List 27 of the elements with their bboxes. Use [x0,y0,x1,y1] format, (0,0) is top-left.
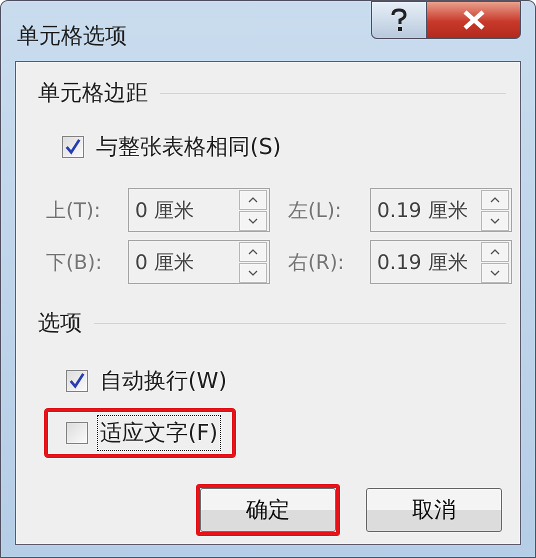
dialog-button[interactable]: 取消 [366,488,502,532]
chevron-down-icon [248,270,258,276]
close-button[interactable] [427,1,521,39]
field-label: 右(R): [288,248,346,276]
chevron-down-icon [490,270,500,276]
chevron-up-icon [490,196,500,202]
checkbox-label: 适应文字(F) [100,418,218,448]
close-icon [460,10,486,30]
checkbox[interactable] [62,136,84,158]
help-icon [389,8,409,32]
chevron-down-icon [248,218,258,224]
field-label: 上(T): [46,196,102,224]
field-label: 下(B): [46,248,104,276]
chevron-up-icon [248,196,258,202]
checkbox-label: 自动换行(W) [100,368,227,396]
checkbox[interactable] [66,422,88,444]
section-heading: 选项 [38,310,82,338]
checkbox[interactable] [66,370,88,392]
section-heading: 单元格边距 [38,80,148,108]
checkbox-label: 与整张表格相同(S) [96,134,282,162]
window-title: 单元格选项 [17,23,127,51]
chevron-up-icon [248,248,258,254]
help-button[interactable] [371,1,427,39]
chevron-up-icon [490,248,500,254]
dialog-button[interactable]: 确定 [200,488,336,532]
field-label: 左(L): [288,196,342,224]
chevron-down-icon [490,218,500,224]
